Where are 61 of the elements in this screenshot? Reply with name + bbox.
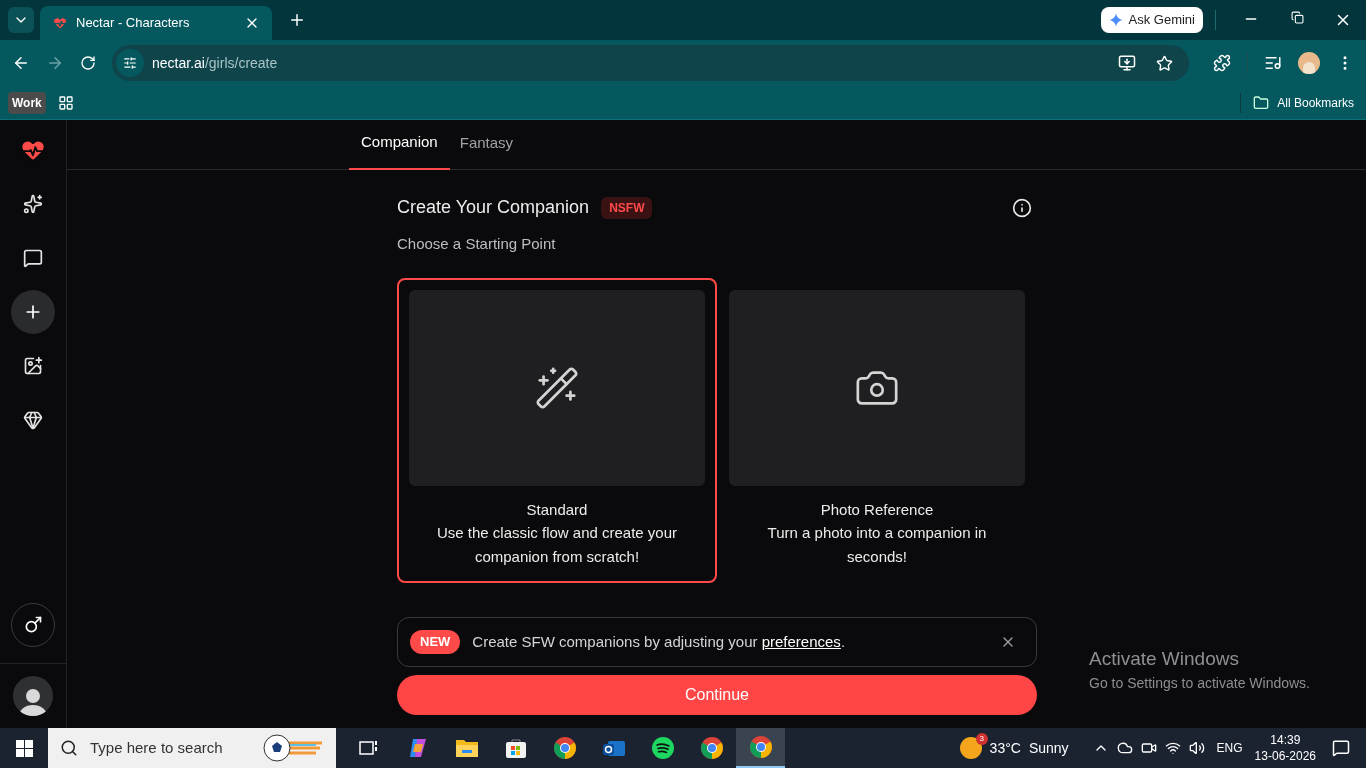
profile-avatar[interactable] [1298, 52, 1320, 74]
option-title: Standard [525, 499, 589, 520]
cloud-icon[interactable] [1116, 740, 1133, 756]
tab[interactable]: Companion [349, 130, 450, 170]
chrome-icon [699, 736, 724, 760]
camera-icon[interactable] [1140, 740, 1157, 756]
task-view-icon [358, 739, 379, 757]
new-tag: NEW [410, 630, 461, 654]
notice-text: Create SFW companions by adjusting your preferences. [472, 631, 847, 652]
chrome-icon [748, 735, 773, 759]
option-card[interactable]: Standard Use the classic flow and create your companion from scratch! [397, 277, 717, 583]
clock[interactable]: 14:39 13-06-2026 [1254, 732, 1316, 764]
language-indicator[interactable]: ENG [1216, 739, 1243, 757]
weather-condition: Sunny [1028, 738, 1069, 758]
option-card[interactable]: Photo Reference Turn a photo into a companion in seconds! [717, 277, 1037, 583]
ask-gemini-button[interactable]: Ask Gemini [1100, 7, 1203, 33]
address-bar[interactable]: nectar.ai/girls/create [112, 45, 1189, 81]
heart-pulse-icon [52, 15, 68, 31]
site-info-icon[interactable] [116, 49, 144, 77]
search-icon [60, 739, 78, 757]
folder-icon [1253, 94, 1270, 111]
option-title: Photo Reference [819, 499, 935, 520]
user-avatar[interactable] [13, 676, 53, 716]
back-icon[interactable] [12, 54, 30, 72]
tab-search-button[interactable] [8, 7, 34, 33]
forward-icon[interactable] [46, 54, 64, 72]
plus-icon[interactable] [11, 290, 55, 334]
browser-tab[interactable]: Nectar - Characters [40, 6, 272, 40]
preferences-link[interactable]: preferences [761, 632, 841, 650]
temperature: 33°C [989, 738, 1021, 758]
apps-grid-icon[interactable] [57, 94, 74, 111]
info-icon[interactable] [1012, 197, 1032, 218]
soccer-ball-icon [262, 733, 324, 763]
gemini-star-icon [1108, 13, 1123, 27]
taskbar-search-field[interactable]: Type here to search [48, 728, 336, 768]
store-icon [504, 737, 527, 759]
bookmark-star-icon[interactable] [1156, 54, 1173, 72]
install-icon[interactable] [1118, 54, 1136, 72]
extensions-icon[interactable] [1213, 54, 1231, 72]
notification-count: 3 [975, 733, 988, 745]
spotify-icon [650, 736, 675, 760]
activation-title: Activate Windows [1089, 646, 1240, 671]
new-tab-icon[interactable] [288, 11, 306, 29]
volume-icon[interactable] [1188, 740, 1205, 756]
page-heading: Create Your Companion [397, 196, 590, 219]
option-description: Turn a photo into a companion in seconds! [766, 523, 988, 567]
workspace-label[interactable]: Work [8, 91, 46, 114]
chrome-icon [552, 736, 577, 760]
folder-icon [454, 737, 479, 759]
wifi-icon[interactable] [1164, 740, 1181, 756]
media-icon[interactable] [1264, 54, 1282, 72]
subheading: Choose a Starting Point [397, 234, 557, 254]
activation-subtitle: Go to Settings to activate Windows. [1089, 674, 1310, 693]
option-description: Use the classic flow and create your companion from scratch! [435, 523, 679, 567]
reload-icon[interactable] [80, 55, 96, 71]
url-text: nectar.ai/girls/create [152, 53, 278, 73]
notifications-icon[interactable] [1332, 739, 1350, 757]
all-bookmarks-button[interactable]: All Bookmarks [1253, 93, 1354, 112]
nsfw-tag: NSFW [601, 196, 653, 219]
tab[interactable]: Fantasy [449, 131, 524, 169]
weather-icon[interactable] [959, 737, 982, 759]
